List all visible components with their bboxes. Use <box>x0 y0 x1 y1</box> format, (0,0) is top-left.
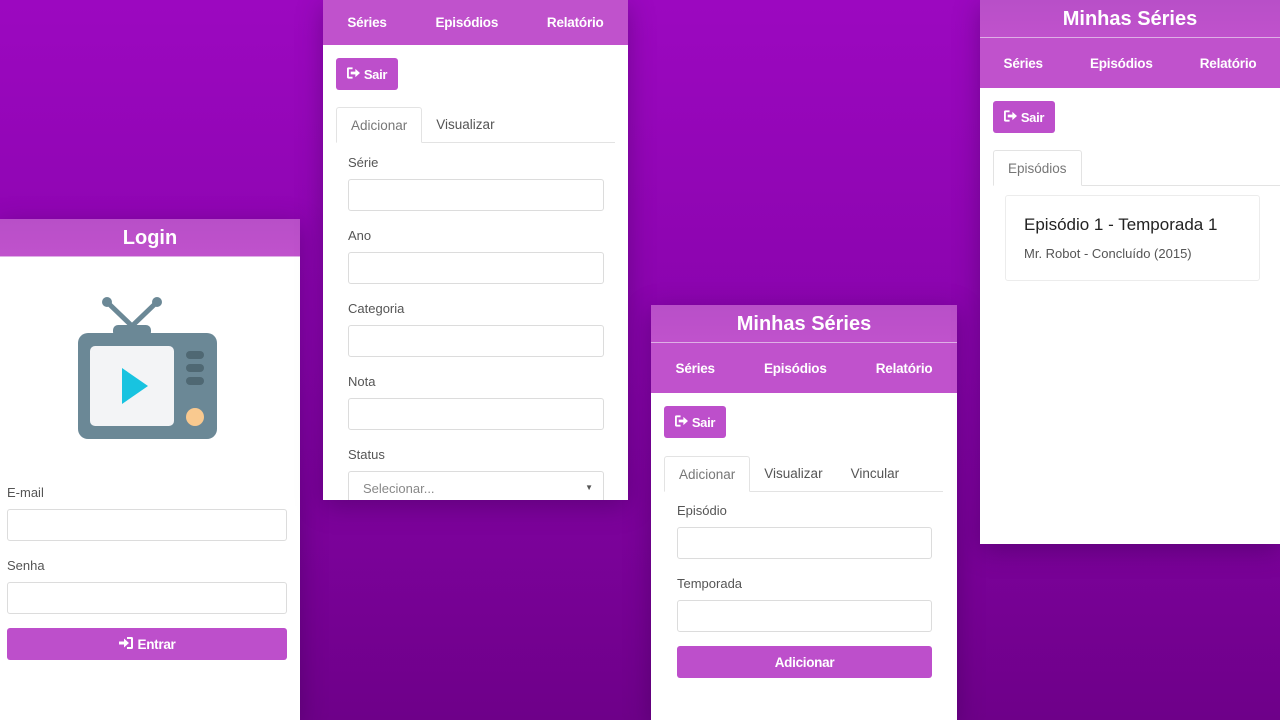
nav-series[interactable]: Séries <box>676 361 716 376</box>
episodes-view-title: Minhas Séries <box>980 0 1280 38</box>
serie-label: Série <box>348 155 379 170</box>
episodes-form-panel: Minhas Séries Séries Episódios Relatório… <box>651 305 957 720</box>
status-select[interactable]: Selecionar... ▼ <box>348 471 604 500</box>
sign-out-icon <box>346 66 360 82</box>
nav-episodes[interactable]: Episódios <box>764 361 827 376</box>
tab-visualizar[interactable]: Visualizar <box>750 456 836 492</box>
season-label: Temporada <box>677 576 743 591</box>
series-form-nav: Séries Episódios Relatório <box>323 0 628 45</box>
ano-field[interactable] <box>348 252 604 284</box>
logout-button[interactable]: Sair <box>664 406 726 438</box>
episode-card-subtitle: Mr. Robot - Concluído (2015) <box>1024 246 1192 261</box>
episodes-view-panel: Minhas Séries Séries Episódios Relatório… <box>980 0 1280 544</box>
nota-field[interactable] <box>348 398 604 430</box>
sign-out-icon <box>674 414 688 430</box>
login-button[interactable]: Entrar <box>7 628 287 660</box>
episodes-form-nav: Séries Episódios Relatório <box>651 343 957 393</box>
ano-label: Ano <box>348 228 372 243</box>
nota-label: Nota <box>348 374 376 389</box>
add-episode-button-label: Adicionar <box>774 654 835 670</box>
email-label: E-mail <box>7 485 44 500</box>
episode-card[interactable]: Episódio 1 - Temporada 1 Mr. Robot - Con… <box>1005 195 1260 281</box>
nav-series[interactable]: Séries <box>347 15 387 30</box>
episodes-form-title: Minhas Séries <box>651 305 957 343</box>
tab-vincular[interactable]: Vincular <box>837 456 914 492</box>
login-panel: Login E-mail Senha Entrar <box>0 219 300 720</box>
caret-down-icon: ▼ <box>585 482 593 492</box>
nav-report[interactable]: Relatório <box>876 361 933 376</box>
season-field[interactable] <box>677 600 932 632</box>
episodes-view-nav: Séries Episódios Relatório <box>980 38 1280 88</box>
tab-adicionar[interactable]: Adicionar <box>336 107 423 143</box>
add-episode-button[interactable]: Adicionar <box>677 646 932 678</box>
nav-series[interactable]: Séries <box>1004 56 1044 71</box>
series-form-panel: Séries Episódios Relatório Sair Adiciona… <box>323 0 628 500</box>
status-label: Status <box>348 447 385 462</box>
email-field[interactable] <box>7 509 287 541</box>
episode-card-title: Episódio 1 - Temporada 1 <box>1024 215 1218 234</box>
nav-episodes[interactable]: Episódios <box>435 15 498 30</box>
episodes-form-tabs: Adicionar Visualizar Vincular <box>664 456 943 492</box>
logout-button[interactable]: Sair <box>993 101 1055 133</box>
password-field[interactable] <box>7 582 287 614</box>
tab-visualizar[interactable]: Visualizar <box>422 107 508 143</box>
nav-report[interactable]: Relatório <box>547 15 604 30</box>
status-select-value: Selecionar... <box>363 480 435 496</box>
tv-play-icon <box>76 297 220 441</box>
logout-button[interactable]: Sair <box>336 58 398 90</box>
sign-in-icon <box>118 636 133 652</box>
episode-field[interactable] <box>677 527 932 559</box>
episodes-view-tabs: Episódios <box>993 150 1280 186</box>
sign-out-icon <box>1003 109 1017 125</box>
categoria-label: Categoria <box>348 301 405 316</box>
logout-label: Sair <box>691 414 716 430</box>
categoria-field[interactable] <box>348 325 604 357</box>
login-title: Login <box>0 219 300 257</box>
series-form-tabs: Adicionar Visualizar <box>336 107 615 143</box>
serie-field[interactable] <box>348 179 604 211</box>
logout-label: Sair <box>1020 109 1045 125</box>
episode-label: Episódio <box>677 503 727 518</box>
password-label: Senha <box>7 558 45 573</box>
tab-episodios[interactable]: Episódios <box>993 150 1082 186</box>
logout-label: Sair <box>363 66 388 82</box>
nav-report[interactable]: Relatório <box>1200 56 1257 71</box>
login-button-label: Entrar <box>137 636 176 652</box>
tab-adicionar[interactable]: Adicionar <box>664 456 751 492</box>
nav-episodes[interactable]: Episódios <box>1090 56 1153 71</box>
